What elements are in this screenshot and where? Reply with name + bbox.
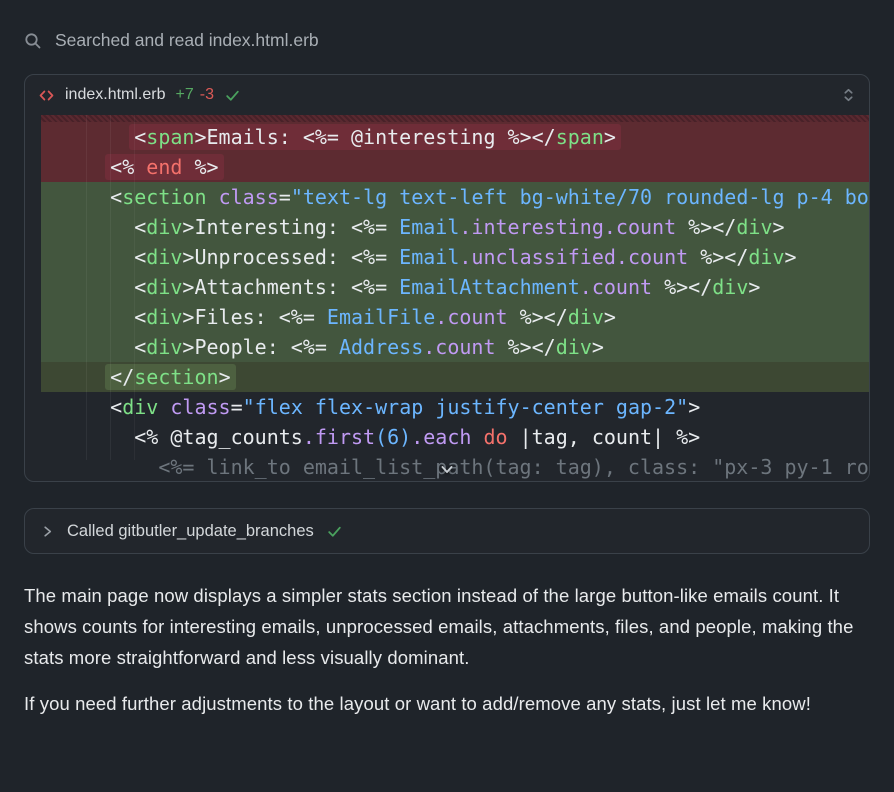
scroll-down-indicator[interactable] [438, 463, 456, 477]
code-line: <% @tag_counts.first(6).each do |tag, co… [25, 422, 869, 452]
collapsed-region-hatch [41, 115, 869, 122]
assistant-paragraph-2: If you need further adjustments to the l… [24, 688, 870, 719]
code-line: <span>Emails: <%= @interesting %></span> [25, 122, 869, 152]
chat-transcript: Searched and read index.html.erb index.h… [0, 0, 894, 719]
code-line: <section class="text-lg text-left bg-whi… [25, 182, 869, 212]
code-line: <div>Unprocessed: <%= Email.unclassified… [25, 242, 869, 272]
code-line: <% end %> [25, 152, 869, 182]
code-line: <div>Attachments: <%= EmailAttachment.co… [25, 272, 869, 302]
diff-card-header[interactable]: index.html.erb +7 -3 [25, 75, 869, 115]
gitbutler-check-icon [326, 523, 343, 540]
tool-call-search-header[interactable]: Searched and read index.html.erb [24, 30, 870, 51]
code-diff-viewport[interactable]: <span>Emails: <%= @interesting %></span>… [25, 115, 869, 481]
diff-card: index.html.erb +7 -3 <span>Emails: <%= @… [24, 74, 870, 482]
code-lines: <span>Emails: <%= @interesting %></span>… [25, 122, 869, 481]
assistant-message: The main page now displays a simpler sta… [24, 580, 870, 719]
tool-call-gitbutler[interactable]: Called gitbutler_update_branches [24, 508, 870, 554]
code-line: <div class="flex flex-wrap justify-cente… [25, 392, 869, 422]
diff-filename: index.html.erb [65, 86, 166, 104]
unfold-icon[interactable] [841, 87, 856, 103]
code-line: <div>People: <%= Address.count %></div> [25, 332, 869, 362]
additions-count: +7 [176, 86, 194, 104]
assistant-paragraph-1: The main page now displays a simpler sta… [24, 580, 870, 673]
chevron-right-icon [40, 524, 55, 539]
deletions-count: -3 [200, 86, 214, 104]
code-file-icon [38, 87, 55, 104]
tool-call-search-label: Searched and read index.html.erb [55, 30, 319, 51]
code-line: <div>Files: <%= EmailFile.count %></div> [25, 302, 869, 332]
code-line: <div>Interesting: <%= Email.interesting.… [25, 212, 869, 242]
code-line: </section> [25, 362, 869, 392]
tool-call-gitbutler-label: Called gitbutler_update_branches [67, 522, 314, 541]
success-check-icon [224, 87, 241, 104]
search-icon [24, 32, 42, 50]
